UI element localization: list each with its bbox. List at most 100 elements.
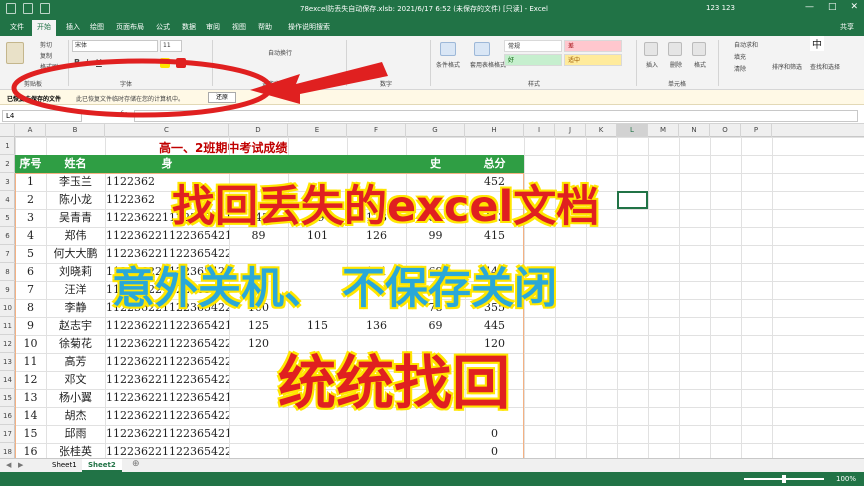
clear-button[interactable]: 清除 xyxy=(734,64,746,73)
redo-icon[interactable] xyxy=(40,3,50,14)
copy-button[interactable]: 复制 xyxy=(40,51,52,60)
tab-draw[interactable]: 绘图 xyxy=(90,22,104,32)
tab-file[interactable]: 文件 xyxy=(10,22,24,32)
active-cell-cursor[interactable] xyxy=(617,191,648,209)
autosum-button[interactable]: 自动求和 xyxy=(734,40,758,49)
font-size-select[interactable]: 11 xyxy=(160,40,182,52)
tab-review[interactable]: 审阅 xyxy=(206,22,220,32)
column-header[interactable]: P xyxy=(741,124,772,137)
sheet-tab-sheet2[interactable]: Sheet2 xyxy=(82,459,122,472)
column-header[interactable]: N xyxy=(679,124,710,137)
table-header-cell[interactable] xyxy=(347,155,406,173)
column-header[interactable]: O xyxy=(710,124,741,137)
format-cells-button[interactable]: 格式 xyxy=(694,60,706,69)
row-header[interactable]: 1 xyxy=(0,137,15,155)
style-bad[interactable]: 差 xyxy=(564,40,622,52)
tell-me-search[interactable]: 操作说明搜索 xyxy=(288,22,330,32)
add-sheet-icon[interactable]: ⊕ xyxy=(132,459,140,469)
zoom-slider-knob[interactable] xyxy=(782,475,786,483)
user-name[interactable]: 123 123 xyxy=(706,4,735,12)
cut-button[interactable]: 剪切 xyxy=(40,40,52,49)
tab-home[interactable]: 开始 xyxy=(32,20,56,36)
minimize-button[interactable]: — xyxy=(805,2,814,12)
row-header[interactable]: 11 xyxy=(0,317,15,335)
tab-view[interactable]: 视图 xyxy=(232,22,246,32)
row-header[interactable]: 8 xyxy=(0,263,15,281)
zoom-level[interactable]: 100% xyxy=(836,475,856,483)
table-header-cell[interactable]: 序号 xyxy=(15,155,46,173)
column-header[interactable]: L xyxy=(617,124,648,137)
style-good[interactable]: 好 xyxy=(504,54,562,66)
next-sheet-icon[interactable]: ▶ xyxy=(18,461,23,469)
undo-icon[interactable] xyxy=(23,3,33,14)
formula-input[interactable] xyxy=(134,110,858,122)
column-header[interactable]: F xyxy=(347,124,406,137)
row-header[interactable]: 2 xyxy=(0,155,15,173)
column-header[interactable]: A xyxy=(15,124,46,137)
row-header[interactable]: 17 xyxy=(0,425,15,443)
column-header[interactable]: J xyxy=(555,124,586,137)
fill-color-icon[interactable] xyxy=(160,58,170,68)
column-header[interactable]: I xyxy=(524,124,555,137)
format-painter-button[interactable]: 格式刷 xyxy=(40,62,58,71)
tab-formulas[interactable]: 公式 xyxy=(156,22,170,32)
table-header-cell[interactable]: 史 xyxy=(406,155,465,173)
column-header[interactable]: G xyxy=(406,124,465,137)
fx-icon[interactable]: fx xyxy=(120,110,127,118)
table-header-cell[interactable] xyxy=(288,155,347,173)
delete-cells-icon[interactable] xyxy=(668,42,682,56)
row-header[interactable]: 9 xyxy=(0,281,15,299)
tab-insert[interactable]: 插入 xyxy=(66,22,80,32)
find-select-button[interactable]: 查找和选择 xyxy=(810,62,840,71)
row-header[interactable]: 15 xyxy=(0,389,15,407)
wrap-text-button[interactable]: 自动换行 xyxy=(268,48,292,57)
row-header[interactable]: 3 xyxy=(0,173,15,191)
column-header[interactable]: D xyxy=(229,124,288,137)
tab-data[interactable]: 数据 xyxy=(182,22,196,32)
paste-icon[interactable] xyxy=(6,42,24,64)
row-header[interactable]: 5 xyxy=(0,209,15,227)
column-header[interactable]: C xyxy=(105,124,229,137)
fill-button[interactable]: 填充 xyxy=(734,52,746,61)
restore-button[interactable]: 还原 xyxy=(208,92,236,103)
cell-area[interactable]: 高一、2班期中考试成绩 序号 姓名身史总分 1 李玉兰 1122362 452 2 陈小龙 11… xyxy=(15,137,864,458)
format-as-table-button[interactable]: 套用表格格式 xyxy=(470,60,506,69)
conditional-format-button[interactable]: 条件格式 xyxy=(436,60,460,69)
format-cells-icon[interactable] xyxy=(692,42,706,56)
style-neutral[interactable]: 适中 xyxy=(564,54,622,66)
bold-button[interactable]: B xyxy=(74,58,80,67)
underline-button[interactable]: U xyxy=(96,58,102,67)
conditional-format-icon[interactable] xyxy=(440,42,456,56)
row-header[interactable]: 7 xyxy=(0,245,15,263)
delete-cells-button[interactable]: 删除 xyxy=(670,60,682,69)
table-header-cell[interactable] xyxy=(229,155,288,173)
font-name-select[interactable]: 宋体 xyxy=(72,40,158,52)
style-normal[interactable]: 常规 xyxy=(504,40,562,52)
column-header[interactable]: B xyxy=(46,124,105,137)
table-header-cell[interactable]: 姓名 xyxy=(46,155,105,173)
row-header[interactable]: 13 xyxy=(0,353,15,371)
maximize-button[interactable]: □ xyxy=(828,2,837,12)
row-header[interactable]: 4 xyxy=(0,191,15,209)
insert-cells-button[interactable]: 插入 xyxy=(646,60,658,69)
row-header[interactable]: 10 xyxy=(0,299,15,317)
column-header[interactable]: E xyxy=(288,124,347,137)
format-as-table-icon[interactable] xyxy=(474,42,490,56)
row-header[interactable]: 14 xyxy=(0,371,15,389)
table-header-cell[interactable]: 总分 xyxy=(465,155,524,173)
name-box[interactable]: L4 xyxy=(2,110,82,122)
insert-cells-icon[interactable] xyxy=(644,42,658,56)
sort-filter-button[interactable]: 排序和筛选 xyxy=(772,62,802,71)
font-color-icon[interactable] xyxy=(176,58,186,68)
italic-button[interactable]: I xyxy=(86,58,88,67)
tab-help[interactable]: 帮助 xyxy=(258,22,272,32)
column-header[interactable]: M xyxy=(648,124,679,137)
save-icon[interactable] xyxy=(6,3,16,14)
prev-sheet-icon[interactable]: ◀ xyxy=(6,461,11,469)
sheet-tab-sheet1[interactable]: Sheet1 xyxy=(46,459,83,472)
row-header[interactable]: 18 xyxy=(0,443,15,458)
row-header[interactable]: 16 xyxy=(0,407,15,425)
row-header[interactable]: 12 xyxy=(0,335,15,353)
ime-indicator[interactable]: 中 xyxy=(810,36,824,51)
share-button[interactable]: 共享 xyxy=(840,22,854,32)
